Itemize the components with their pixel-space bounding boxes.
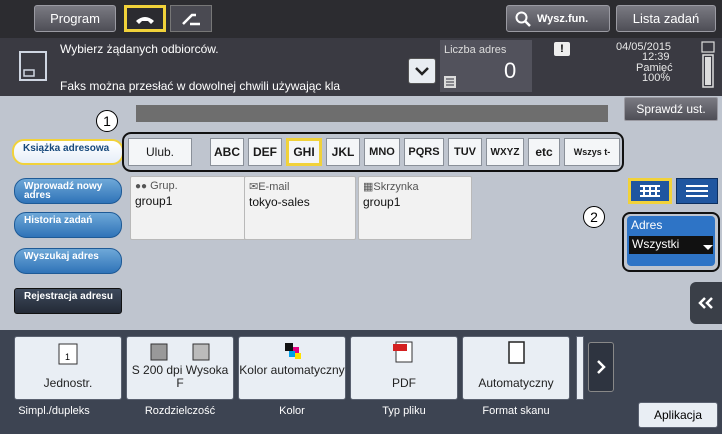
simplex-label: Simpl./dupleks bbox=[18, 405, 90, 417]
next-function-partial bbox=[576, 336, 584, 400]
chevron-right-icon bbox=[597, 360, 606, 374]
search-function-label: Wysz.fun. bbox=[537, 12, 589, 25]
scan-size-label: Format skanu bbox=[482, 405, 550, 417]
callout-2: 2 bbox=[583, 206, 605, 228]
chevron-down-icon bbox=[703, 245, 713, 250]
list-view-button[interactable] bbox=[676, 178, 718, 204]
pdf-icon bbox=[393, 341, 413, 363]
tab-wxyz[interactable]: WXYZ bbox=[486, 138, 524, 166]
tab-pqrs[interactable]: PQRS bbox=[404, 138, 444, 166]
phone-icon bbox=[136, 16, 154, 24]
card-type: ●● Grup. bbox=[135, 180, 178, 192]
memory-value: 100% bbox=[642, 72, 671, 84]
instruction-text: Wybierz żądanych odbiorców. bbox=[60, 42, 219, 56]
simplex-value: Jednostr. bbox=[43, 376, 93, 390]
warning-icon[interactable]: ! bbox=[554, 42, 570, 56]
color-button[interactable]: Kolor automatyczny bbox=[238, 336, 346, 400]
check-settings-button[interactable]: Sprawdź ust. bbox=[624, 97, 718, 121]
user-box-icon: ▦ bbox=[363, 181, 374, 193]
expand-message-button[interactable] bbox=[408, 58, 436, 84]
resolution-button[interactable]: S 200 dpi Wysoka F bbox=[126, 336, 234, 400]
job-list-button[interactable]: Lista zadań bbox=[616, 5, 716, 32]
color-icon bbox=[285, 343, 301, 359]
tab-favorites[interactable]: Ulub. bbox=[128, 138, 192, 166]
destination-field[interactable] bbox=[136, 105, 608, 122]
tab-etc[interactable]: etc bbox=[528, 138, 560, 166]
file-type-label: Typ pliku bbox=[382, 405, 426, 417]
grid-view-button[interactable] bbox=[628, 178, 672, 204]
color-value: Kolor automatyczny bbox=[239, 363, 345, 377]
address-filter-dropdown[interactable]: Adres Wszystki bbox=[627, 216, 715, 266]
sidebar-item-job-history[interactable]: Historia zadań bbox=[14, 212, 122, 238]
list-icon bbox=[444, 76, 456, 88]
address-card[interactable]: ●● Grup. group1 bbox=[130, 176, 250, 240]
handset-icon bbox=[182, 13, 200, 25]
search-icon bbox=[515, 11, 531, 27]
program-button[interactable]: Program bbox=[34, 5, 116, 32]
applications-button[interactable]: Aplikacja bbox=[638, 402, 718, 428]
tab-abc[interactable]: ABC bbox=[210, 138, 244, 166]
scan-size-value: Automatyczny bbox=[478, 376, 554, 390]
tab-ghi[interactable]: GHI bbox=[286, 138, 322, 166]
address-filter-label: Adres bbox=[631, 218, 663, 232]
email-icon: ✉ bbox=[249, 181, 259, 193]
search-function-button[interactable]: Wysz.fun. bbox=[506, 5, 610, 32]
hint-text: Faks można przesłać w dowolnej chwili uż… bbox=[60, 79, 341, 93]
svg-text:1: 1 bbox=[65, 352, 70, 362]
handset-mode-tab[interactable] bbox=[170, 5, 212, 32]
address-count-label: Liczba adres bbox=[444, 44, 507, 56]
address-filter-value: Wszystki bbox=[629, 236, 713, 254]
tab-tuv[interactable]: TUV bbox=[448, 138, 482, 166]
tab-mno[interactable]: MNO bbox=[364, 138, 400, 166]
simplex-duplex-button[interactable]: 1 Jednostr. bbox=[14, 336, 122, 400]
grid-icon bbox=[640, 185, 660, 197]
address-card[interactable]: ▦Skrzynka group1 bbox=[358, 176, 472, 240]
page-icon bbox=[508, 341, 525, 364]
toner-level-icon bbox=[701, 41, 715, 88]
tab-def[interactable]: DEF bbox=[248, 138, 282, 166]
collapse-panel-button[interactable] bbox=[690, 282, 722, 324]
callout-1: 1 bbox=[96, 110, 118, 132]
chevron-down-icon bbox=[415, 66, 429, 76]
color-label: Kolor bbox=[279, 405, 305, 417]
card-type: ✉E-mail bbox=[249, 181, 290, 193]
file-type-button[interactable]: PDF bbox=[350, 336, 458, 400]
tab-jkl[interactable]: JKL bbox=[326, 138, 360, 166]
double-chevron-left-icon bbox=[698, 297, 713, 309]
simplex-icon: 1 bbox=[58, 343, 78, 365]
next-functions-button[interactable] bbox=[588, 342, 614, 392]
resolution-icon bbox=[150, 343, 210, 361]
sidebar-item-address-book[interactable]: Książka adresowa bbox=[12, 139, 124, 165]
card-value: group1 bbox=[135, 194, 173, 208]
card-value: tokyo-sales bbox=[249, 195, 310, 209]
card-type: ▦Skrzynka bbox=[363, 181, 419, 193]
fax-mode-tab[interactable] bbox=[124, 5, 166, 32]
sidebar-item-register-address[interactable]: Rejestracja adresu bbox=[14, 288, 122, 314]
sidebar-item-search-address[interactable]: Wyszukaj adres bbox=[14, 248, 122, 274]
fax-document-icon bbox=[19, 51, 47, 81]
address-count-value: 0 bbox=[504, 58, 517, 83]
file-type-value: PDF bbox=[392, 376, 416, 390]
list-view-icon bbox=[686, 185, 708, 197]
tab-all[interactable]: Wszys t- bbox=[564, 138, 620, 166]
group-icon: ●● bbox=[135, 181, 148, 192]
card-value: group1 bbox=[363, 195, 401, 209]
resolution-value: S 200 dpi Wysoka F bbox=[131, 363, 229, 390]
address-card[interactable]: ✉E-mail tokyo-sales bbox=[244, 176, 356, 240]
scan-size-button[interactable]: Automatyczny bbox=[462, 336, 570, 400]
resolution-label: Rozdzielczość bbox=[144, 405, 216, 417]
sidebar-item-new-address[interactable]: Wprowadź nowy adres bbox=[14, 178, 122, 204]
